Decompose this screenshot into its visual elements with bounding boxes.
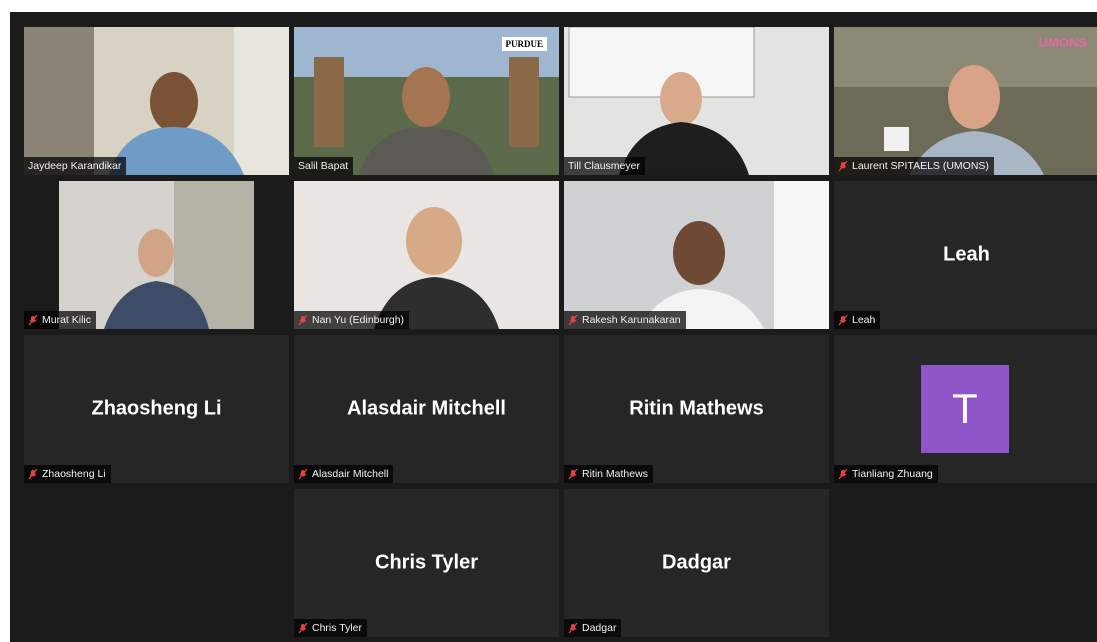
participant-display-name: Alasdair Mitchell [347, 397, 506, 420]
participant-name-label: Rakesh Karunakaran [564, 311, 686, 329]
mic-muted-icon [568, 314, 578, 325]
participant-video [24, 181, 289, 329]
participant-name-label: Nan Yu (Edinburgh) [294, 311, 410, 329]
participant-video [294, 181, 559, 329]
meeting-gallery-view: Jaydeep Karandikar PURDUE Salil Bapat Ti… [10, 12, 1097, 642]
participant-tile-tianliang[interactable]: T Tianliang Zhuang [834, 335, 1097, 483]
participant-video [564, 181, 829, 329]
mic-muted-icon [838, 314, 848, 325]
participant-tile-alasdair[interactable]: Alasdair Mitchell Alasdair Mitchell [294, 335, 559, 483]
participant-name-label: Alasdair Mitchell [294, 465, 394, 483]
participant-tile-murat[interactable]: Murat Kilic [24, 181, 289, 329]
participant-display-name: Dadgar [662, 551, 731, 574]
participant-tile-till[interactable]: Till Clausmeyer [564, 27, 829, 175]
empty-slot [24, 489, 289, 637]
participant-tile-ritin[interactable]: Ritin Mathews Ritin Mathews [564, 335, 829, 483]
participant-grid: Jaydeep Karandikar PURDUE Salil Bapat Ti… [24, 27, 1097, 637]
participant-tile-jaydeep[interactable]: Jaydeep Karandikar [24, 27, 289, 175]
participant-name-label: Till Clausmeyer [564, 157, 645, 175]
mic-muted-icon [298, 468, 308, 479]
purdue-logo: PURDUE [501, 37, 547, 51]
participant-tile-rakesh[interactable]: Rakesh Karunakaran [564, 181, 829, 329]
participant-tile-dadgar[interactable]: Dadgar Dadgar [564, 489, 829, 637]
participant-name-label: Murat Kilic [24, 311, 97, 329]
participant-video: PURDUE [294, 27, 559, 175]
participant-name-label: Dadgar [564, 619, 622, 637]
participant-name-label: Jaydeep Karandikar [24, 157, 127, 175]
umons-logo: UMONS [1038, 35, 1087, 50]
mic-muted-icon [28, 314, 38, 325]
mic-muted-icon [838, 160, 848, 171]
mic-muted-icon [838, 468, 848, 479]
participant-name-label: Tianliang Zhuang [834, 465, 938, 483]
participant-tile-nan[interactable]: Nan Yu (Edinburgh) [294, 181, 559, 329]
participant-display-name: Ritin Mathews [629, 397, 764, 420]
participant-video [564, 27, 829, 175]
participant-display-name: Leah [943, 243, 990, 266]
mic-muted-icon [298, 314, 308, 325]
participant-name-label: Chris Tyler [294, 619, 367, 637]
empty-slot [834, 489, 1097, 637]
participant-name-label: Zhaosheng Li [24, 465, 111, 483]
participant-tile-chris[interactable]: Chris Tyler Chris Tyler [294, 489, 559, 637]
mic-muted-icon [568, 468, 578, 479]
mic-muted-icon [568, 622, 578, 633]
avatar: T [921, 365, 1009, 453]
participant-name-label: Laurent SPITAELS (UMONS) [834, 157, 994, 175]
participant-tile-zhaosheng[interactable]: Zhaosheng Li Zhaosheng Li [24, 335, 289, 483]
participant-video: UMONS [834, 27, 1097, 175]
participant-tile-leah[interactable]: Leah Leah [834, 181, 1097, 329]
mic-muted-icon [298, 622, 308, 633]
mic-muted-icon [28, 468, 38, 479]
participant-display-name: Zhaosheng Li [91, 397, 222, 420]
participant-name-label: Salil Bapat [294, 157, 354, 175]
participant-display-name: Chris Tyler [375, 551, 478, 574]
participant-tile-salil[interactable]: PURDUE Salil Bapat [294, 27, 559, 175]
participant-video [24, 27, 289, 175]
participant-name-label: Ritin Mathews [564, 465, 653, 483]
participant-tile-laurent[interactable]: UMONS Laurent SPITAELS (UMONS) [834, 27, 1097, 175]
participant-name-label: Leah [834, 311, 881, 329]
